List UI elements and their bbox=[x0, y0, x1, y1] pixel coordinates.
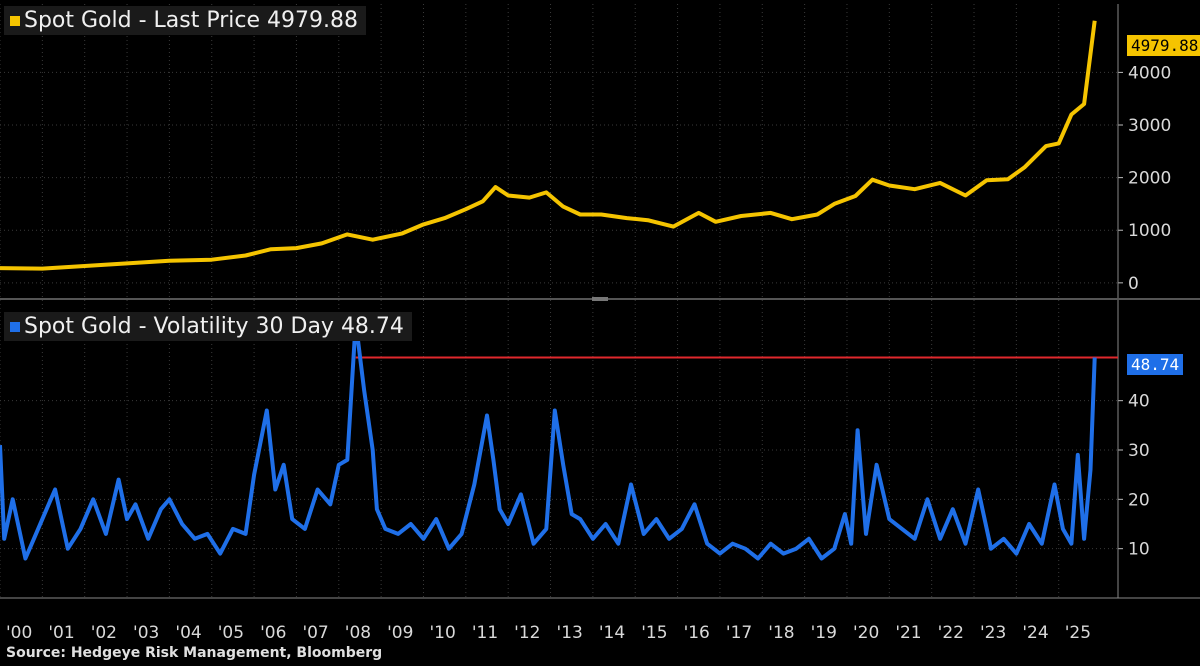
price-legend: Spot Gold - Last Price 4979.88 bbox=[4, 6, 366, 35]
vol-y-tick-label-20: 20 bbox=[1128, 490, 1150, 510]
price-legend-text: Spot Gold - Last Price 4979.88 bbox=[24, 8, 358, 33]
vol-y-tick-label-40: 40 bbox=[1128, 392, 1150, 412]
price-y-tick-label-4000: 4000 bbox=[1128, 63, 1171, 83]
x-tick-label-23: '23 bbox=[980, 623, 1006, 643]
source-note: Source: Hedgeye Risk Management, Bloombe… bbox=[6, 645, 383, 661]
x-tick-label-00: '00 bbox=[6, 623, 32, 643]
vol-y-tick-label-10: 10 bbox=[1128, 540, 1150, 560]
price-legend-swatch bbox=[10, 15, 20, 26]
x-tick-label-19: '19 bbox=[811, 623, 837, 643]
x-tick-label-06: '06 bbox=[260, 623, 286, 643]
x-tick-label-05: '05 bbox=[218, 623, 244, 643]
x-tick-label-13: '13 bbox=[557, 623, 583, 643]
x-tick-label-09: '09 bbox=[387, 623, 413, 643]
x-tick-label-25: '25 bbox=[1065, 623, 1091, 643]
price-y-tick-label-3000: 3000 bbox=[1128, 116, 1171, 136]
x-tick-label-17: '17 bbox=[726, 623, 752, 643]
panel-resize-handle bbox=[592, 297, 608, 301]
price-y-tick-label-0: 0 bbox=[1128, 274, 1139, 294]
volatility-legend-text: Spot Gold - Volatility 30 Day 48.74 bbox=[24, 314, 404, 339]
x-tick-label-21: '21 bbox=[895, 623, 921, 643]
x-tick-label-02: '02 bbox=[91, 623, 117, 643]
x-tick-label-03: '03 bbox=[133, 623, 159, 643]
price-last-value-tag: 4979.88 bbox=[1127, 35, 1200, 56]
volatility-legend: Spot Gold - Volatility 30 Day 48.74 bbox=[4, 312, 412, 341]
price-y-tick-label-1000: 1000 bbox=[1128, 221, 1171, 241]
x-tick-label-01: '01 bbox=[48, 623, 74, 643]
price-y-tick-label-2000: 2000 bbox=[1128, 169, 1171, 189]
x-tick-label-08: '08 bbox=[345, 623, 371, 643]
x-tick-label-11: '11 bbox=[472, 623, 498, 643]
x-tick-label-22: '22 bbox=[938, 623, 964, 643]
x-tick-label-15: '15 bbox=[641, 623, 667, 643]
vol-y-tick-label-30: 30 bbox=[1128, 441, 1150, 461]
x-tick-label-16: '16 bbox=[684, 623, 710, 643]
x-tick-label-14: '14 bbox=[599, 623, 625, 643]
x-tick-label-04: '04 bbox=[175, 623, 201, 643]
x-tick-label-10: '10 bbox=[429, 623, 455, 643]
price-series-line bbox=[0, 20, 1097, 271]
volatility-last-value-tag: 48.74 bbox=[1127, 354, 1184, 375]
x-tick-label-24: '24 bbox=[1022, 623, 1048, 643]
x-tick-label-20: '20 bbox=[853, 623, 879, 643]
volatility-legend-swatch bbox=[10, 321, 20, 332]
x-tick-label-07: '07 bbox=[302, 623, 328, 643]
x-tick-label-12: '12 bbox=[514, 623, 540, 643]
x-tick-label-18: '18 bbox=[768, 623, 794, 643]
